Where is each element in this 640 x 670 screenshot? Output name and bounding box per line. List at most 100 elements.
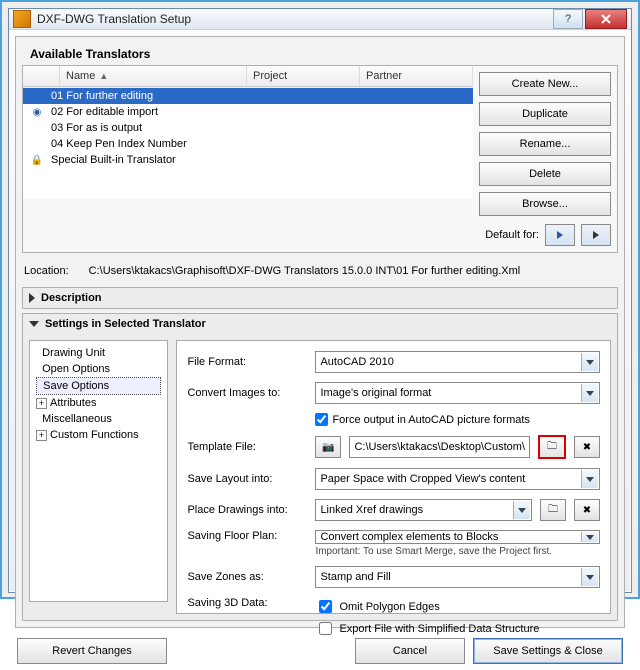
col-header-name[interactable]: Name ▲ <box>60 66 247 86</box>
camera-button[interactable]: 📷 <box>315 436 341 458</box>
browse-button[interactable]: Browse... <box>479 192 611 216</box>
chevron-down-icon <box>581 384 598 402</box>
omit-polygon-label: Omit Polygon Edges <box>339 601 439 613</box>
app-icon <box>13 10 31 28</box>
chevron-right-icon <box>29 293 35 303</box>
default-save-button[interactable] <box>581 224 611 246</box>
duplicate-button[interactable]: Duplicate <box>479 102 611 126</box>
tree-item-open-options[interactable]: Open Options <box>36 361 161 377</box>
tree-item-attributes[interactable]: +Attributes <box>36 395 161 411</box>
tree-item-custom-functions[interactable]: +Custom Functions <box>36 427 161 443</box>
tree-item-save-options[interactable]: Save Options <box>36 377 161 395</box>
combo-value: Paper Space with Cropped View's content <box>320 473 525 485</box>
file-format-combo[interactable]: AutoCAD 2010 <box>315 351 600 373</box>
camera-icon: 📷 <box>322 442 334 453</box>
browse-file-button[interactable]: 🗀 <box>538 435 566 459</box>
settings-panel: Settings in Selected Translator Drawing … <box>22 313 618 621</box>
default-open-button[interactable] <box>545 224 575 246</box>
place-drawings-clear-button[interactable]: ✖ <box>574 499 600 521</box>
list-actions: Create New... Duplicate Rename... Delete… <box>473 66 617 252</box>
combo-value: Stamp and Fill <box>320 571 390 583</box>
list-item[interactable]: 04 Keep Pen Index Number <box>23 136 473 152</box>
combo-value: Image's original format <box>320 387 431 399</box>
settings-tree[interactable]: Drawing Unit Open Options Save Options +… <box>29 340 168 602</box>
close-button[interactable] <box>585 9 627 29</box>
omit-polygon-check[interactable]: Omit Polygon Edges <box>315 597 600 616</box>
lock-icon: 🔒 <box>27 155 47 166</box>
chevron-down-icon <box>581 353 598 371</box>
force-output-check[interactable]: Force output in AutoCAD picture formats <box>315 413 600 426</box>
expand-icon[interactable]: + <box>36 430 47 441</box>
window-title: DXF-DWG Translation Setup <box>37 12 551 26</box>
file-format-row: File Format: AutoCAD 2010 <box>187 351 600 373</box>
save-layout-combo[interactable]: Paper Space with Cropped View's content <box>315 468 600 490</box>
tree-item-miscellaneous[interactable]: Miscellaneous <box>36 411 161 427</box>
default-for-label: Default for: <box>485 229 539 241</box>
dialog-window: DXF-DWG Translation Setup ? Available Tr… <box>8 8 632 593</box>
clear-file-button[interactable]: ✖ <box>574 436 600 458</box>
list-body[interactable]: 01 For further editing ◉ 02 For editable… <box>23 87 473 198</box>
list-item[interactable]: 🔒 Special Built-in Translator <box>23 152 473 168</box>
rename-button[interactable]: Rename... <box>479 132 611 156</box>
arrow-right-icon <box>593 231 599 239</box>
col-header-icon[interactable] <box>23 66 60 86</box>
omit-polygon-checkbox[interactable] <box>319 600 332 613</box>
tree-item-drawing-unit[interactable]: Drawing Unit <box>36 345 161 361</box>
list-header: Name ▲ Project Partner <box>23 66 473 87</box>
sort-asc-icon: ▲ <box>99 71 108 81</box>
place-drawings-browse-button[interactable]: 🗀 <box>540 499 566 521</box>
available-panel: Name ▲ Project Partner 01 For further ed… <box>22 65 618 253</box>
combo-value: AutoCAD 2010 <box>320 356 393 368</box>
list-item[interactable]: ◉ 02 For editable import <box>23 104 473 120</box>
list-item[interactable]: 03 For as is output <box>23 120 473 136</box>
clear-icon: ✖ <box>583 442 591 453</box>
help-button[interactable]: ? <box>553 9 583 29</box>
zones-label: Save Zones as: <box>187 571 307 583</box>
convert-images-label: Convert Images to: <box>187 387 307 399</box>
template-file-input[interactable]: C:\Users\ktakacs\Desktop\Custom\ <box>349 436 530 458</box>
zones-combo[interactable]: Stamp and Fill <box>315 566 600 588</box>
settings-form: File Format: AutoCAD 2010 Convert Images… <box>176 340 611 614</box>
description-header[interactable]: Description <box>23 288 617 308</box>
floor-plan-combo[interactable]: Convert complex elements to Blocks <box>315 530 600 544</box>
place-drawings-row: Place Drawings into: Linked Xref drawing… <box>187 499 600 521</box>
convert-images-row: Convert Images to: Image's original form… <box>187 382 600 404</box>
chevron-down-icon <box>581 568 598 586</box>
location-row: Location: C:\Users\ktakacs\Graphisoft\DX… <box>24 265 616 277</box>
description-panel: Description <box>22 287 618 309</box>
list-item[interactable]: 01 For further editing <box>23 88 473 104</box>
place-drawings-label: Place Drawings into: <box>187 504 307 516</box>
force-output-checkbox[interactable] <box>315 413 328 426</box>
combo-value: Convert complex elements to Blocks <box>320 531 498 543</box>
default-for-row: Default for: <box>479 224 611 246</box>
settings-label: Settings in Selected Translator <box>45 318 206 330</box>
expand-icon[interactable]: + <box>36 398 47 409</box>
settings-header[interactable]: Settings in Selected Translator <box>23 314 617 334</box>
save-layout-label: Save Layout into: <box>187 473 307 485</box>
globe-icon: ◉ <box>27 107 47 118</box>
convert-images-combo[interactable]: Image's original format <box>315 382 600 404</box>
template-file-label: Template File: <box>187 441 307 453</box>
folder-open-icon: 🗀 <box>547 439 557 456</box>
location-path: C:\Users\ktakacs\Graphisoft\DXF-DWG Tran… <box>89 265 521 277</box>
save-layout-row: Save Layout into: Paper Space with Cropp… <box>187 468 600 490</box>
revert-changes-button[interactable]: Revert Changes <box>17 638 167 664</box>
col-header-project[interactable]: Project <box>247 66 360 86</box>
place-drawings-combo[interactable]: Linked Xref drawings <box>315 499 532 521</box>
create-new-button[interactable]: Create New... <box>479 72 611 96</box>
floor-plan-row: Saving Floor Plan: Convert complex eleme… <box>187 530 600 557</box>
chevron-down-icon <box>581 532 598 542</box>
close-icon <box>601 14 611 24</box>
footer-bar: Revert Changes Cancel Save Settings & Cl… <box>9 632 631 670</box>
arrow-right-icon <box>557 231 563 239</box>
save-settings-close-button[interactable]: Save Settings & Close <box>473 638 623 664</box>
chevron-down-icon <box>513 501 530 519</box>
folder-open-icon: 🗀 <box>548 502 558 519</box>
delete-button[interactable]: Delete <box>479 162 611 186</box>
force-output-label: Force output in AutoCAD picture formats <box>332 414 529 426</box>
location-label: Location: <box>24 265 69 277</box>
col-header-partner[interactable]: Partner <box>360 66 473 86</box>
cancel-button[interactable]: Cancel <box>355 638 465 664</box>
combo-value: Linked Xref drawings <box>320 504 423 516</box>
settings-body: Drawing Unit Open Options Save Options +… <box>23 334 617 620</box>
